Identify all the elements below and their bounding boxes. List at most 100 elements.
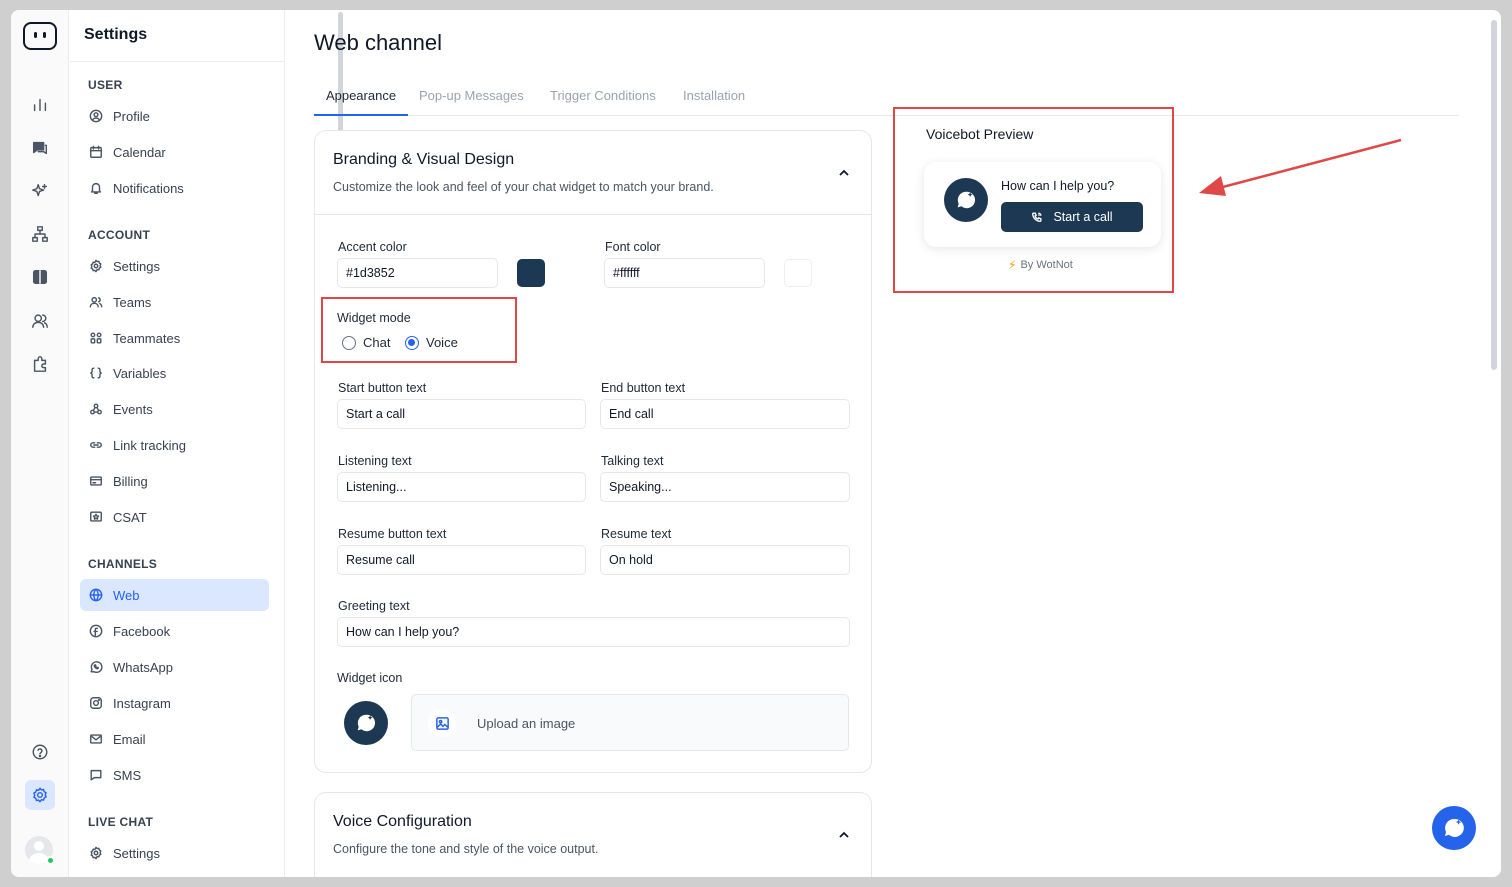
webhook-icon (90, 403, 102, 415)
settings-gear-icon[interactable] (25, 780, 55, 810)
sidebar-item-live-chat-settings[interactable]: Settings (80, 837, 269, 869)
main-scrollbar[interactable] (1491, 20, 1497, 370)
sidebar-item-sms[interactable]: SMS (80, 759, 269, 791)
section-label-live-chat: LIVE CHAT (88, 815, 154, 829)
sidebar-item-profile[interactable]: Profile (80, 100, 269, 132)
section-label-channels: CHANNELS (88, 557, 158, 571)
sidebar-item-label: Teams (113, 294, 152, 310)
logo-icon[interactable] (23, 22, 57, 50)
accent-color-label: Accent color (338, 240, 407, 254)
voice-config-subtitle: Configure the tone and style of the voic… (333, 842, 599, 856)
instagram-icon (90, 697, 102, 709)
sidebar-item-teammates[interactable]: Teammates (80, 322, 269, 354)
settings-sidebar: Settings USER Profile Calendar Notificat… (70, 10, 343, 877)
card-divider (315, 214, 871, 215)
image-icon (428, 709, 456, 737)
csat-star-icon (90, 511, 102, 522)
chat-widget-launcher[interactable] (1432, 806, 1476, 850)
tab-installation[interactable]: Installation (683, 88, 745, 116)
online-status-dot (46, 856, 55, 865)
help-icon[interactable] (25, 737, 55, 767)
upload-image-dropzone[interactable]: Upload an image (411, 694, 849, 751)
sidebar-item-notifications[interactable]: Notifications (80, 172, 269, 204)
upload-image-text: Upload an image (477, 716, 576, 731)
sidebar-item-label: Calendar (113, 144, 166, 160)
icon-rail (11, 10, 69, 877)
sidebar-item-teams[interactable]: Teams (80, 286, 269, 318)
facebook-icon (89, 624, 103, 638)
font-color-label: Font color (605, 240, 661, 254)
sidebar-item-label: Email (113, 731, 146, 747)
resume-text-label: Resume text (601, 527, 672, 541)
calendar-icon (90, 145, 102, 158)
page-title: Web channel (314, 30, 443, 55)
resume-button-text-input[interactable] (337, 545, 586, 575)
chat-icon[interactable] (25, 133, 55, 163)
greeting-text-label: Greeting text (338, 599, 410, 613)
accent-color-swatch[interactable] (517, 259, 545, 287)
start-button-text-input[interactable] (337, 399, 586, 429)
sidebar-item-instagram[interactable]: Instagram (80, 687, 269, 719)
listening-text-input[interactable] (337, 472, 586, 502)
sidebar-divider (70, 61, 285, 62)
sidebar-item-csat[interactable]: CSAT (80, 501, 269, 533)
sidebar-item-link-tracking[interactable]: Link tracking (80, 429, 269, 461)
integrations-icon[interactable] (25, 349, 55, 379)
sidebar-item-variables[interactable]: Variables (80, 357, 269, 389)
sidebar-item-calendar[interactable]: Calendar (80, 136, 269, 168)
teams-icon (89, 296, 103, 308)
sidebar-item-events[interactable]: Events (80, 393, 269, 425)
sidebar-item-label: Web (113, 587, 140, 603)
widget-icon-label: Widget icon (337, 671, 403, 685)
gear-icon (90, 259, 102, 273)
accent-color-input[interactable] (337, 258, 498, 288)
sidebar-item-billing[interactable]: Billing (80, 465, 269, 497)
sidebar-item-whatsapp[interactable]: WhatsApp (80, 651, 269, 683)
sidebar-item-label: Settings (113, 258, 160, 274)
gear-icon (90, 846, 102, 860)
sidebar-item-email[interactable]: Email (80, 723, 269, 755)
sidebar-item-label: CSAT (113, 509, 147, 525)
tab-appearance[interactable]: Appearance (314, 88, 408, 116)
sidebar-item-label: Instagram (113, 695, 171, 711)
ai-sparkle-icon[interactable] (25, 176, 55, 206)
tab-trigger-conditions[interactable]: Trigger Conditions (550, 88, 656, 116)
font-color-input[interactable] (604, 258, 765, 288)
sidebar-item-facebook[interactable]: Facebook (80, 615, 269, 647)
sidebar-item-label: WhatsApp (113, 659, 173, 675)
resume-text-input[interactable] (600, 545, 850, 575)
contacts-book-icon[interactable] (25, 262, 55, 292)
mail-icon (90, 734, 102, 744)
sidebar-item-label: Teammates (113, 330, 181, 346)
end-button-text-input[interactable] (600, 399, 850, 429)
sidebar-item-label: Link tracking (113, 437, 186, 453)
font-color-swatch[interactable] (784, 259, 812, 287)
talking-text-input[interactable] (600, 472, 850, 502)
sidebar-item-web[interactable]: Web (80, 579, 269, 611)
braces-icon (90, 367, 102, 379)
sidebar-item-label: Billing (113, 473, 148, 489)
voice-config-title: Voice Configuration (333, 813, 472, 830)
greeting-text-input[interactable] (337, 617, 850, 647)
globe-icon (89, 588, 103, 602)
tab-popup-messages[interactable]: Pop-up Messages (419, 88, 524, 116)
collapse-chevron-up-icon[interactable] (837, 828, 851, 842)
sidebar-item-label: Facebook (113, 623, 171, 639)
users-icon[interactable] (25, 306, 55, 336)
sms-bubble-icon (90, 769, 102, 781)
branding-subtitle: Customize the look and feel of your chat… (333, 180, 714, 194)
section-label-user: USER (88, 78, 123, 92)
sidebar-item-settings[interactable]: Settings (80, 250, 269, 282)
annotation-arrow (1199, 138, 1402, 196)
collapse-chevron-up-icon[interactable] (837, 166, 851, 180)
sidebar-title: Settings (84, 26, 148, 43)
talking-text-label: Talking text (601, 454, 664, 468)
tab-bar: Appearance Pop-up Messages Trigger Condi… (314, 88, 1459, 116)
billing-card-icon (90, 476, 102, 486)
bot-bubble-icon (1445, 818, 1464, 837)
profile-icon (89, 109, 103, 123)
start-button-text-label: Start button text (338, 381, 427, 395)
flow-builder-icon[interactable] (25, 219, 55, 249)
analytics-icon[interactable] (25, 90, 55, 120)
annotation-box-preview (893, 107, 1174, 293)
